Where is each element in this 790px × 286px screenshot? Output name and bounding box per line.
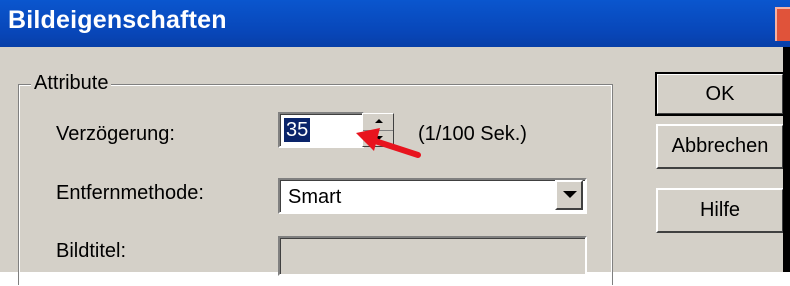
image-title-input[interactable] [278,236,587,276]
close-button[interactable] [775,7,790,41]
chevron-down-icon [563,191,577,198]
up-arrow-icon [375,119,383,123]
delay-value: 35 [284,118,311,142]
delay-label: Verzögerung: [56,123,175,145]
delay-input[interactable]: 35 [278,112,364,148]
delay-spinner[interactable] [362,113,394,147]
removal-method-select[interactable]: Smart [278,178,587,214]
image-title-label: Bildtitel: [56,240,127,262]
spin-down-button[interactable] [363,131,393,147]
window-title: Bildeigenschaften [8,6,227,34]
removal-method-label: Entfernmethode: [56,182,204,204]
spin-up-button[interactable] [363,114,393,131]
window-edge [783,47,790,272]
ok-button[interactable]: OK [655,72,785,116]
dialog-window: Bildeigenschaften Attribute Verzögerung:… [0,0,790,286]
dropdown-button[interactable] [555,180,583,210]
delay-unit: (1/100 Sek.) [418,123,527,145]
down-arrow-icon [375,136,383,140]
title-bar[interactable]: Bildeigenschaften [0,0,790,47]
group-legend: Attribute [31,72,112,95]
cancel-button[interactable]: Abbrechen [656,124,784,169]
removal-method-value: Smart [288,186,342,208]
help-button[interactable]: Hilfe [656,188,784,233]
